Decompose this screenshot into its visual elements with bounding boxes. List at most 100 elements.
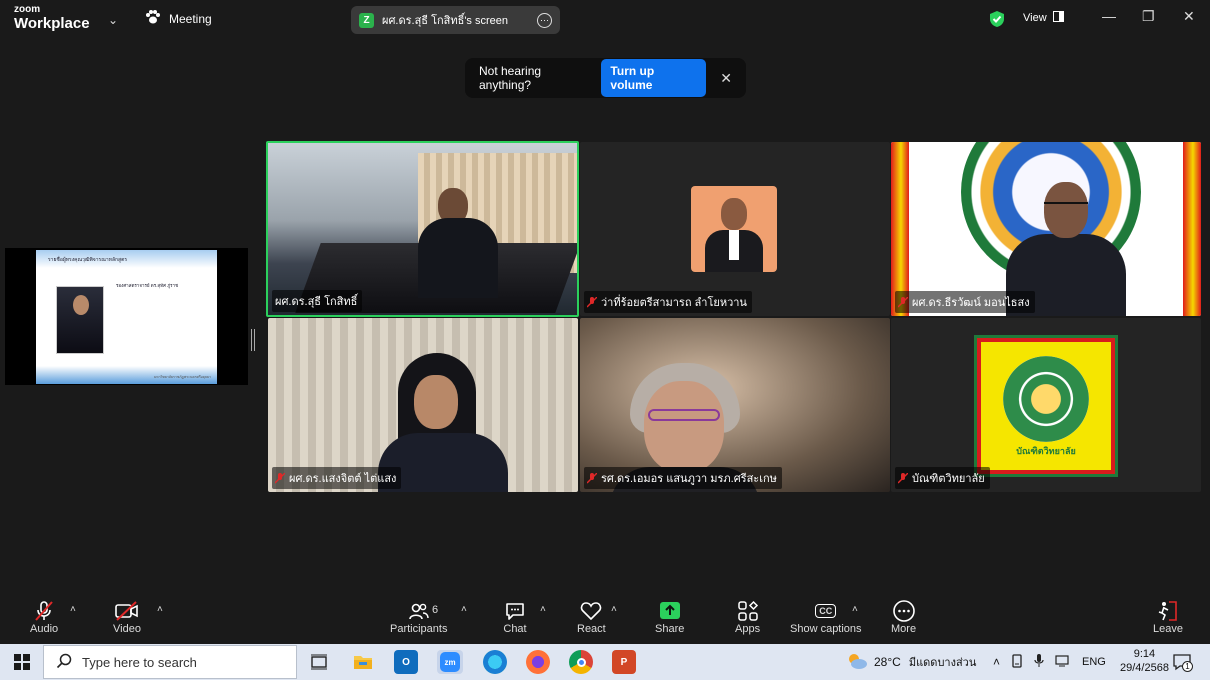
participant-name: ผศ.ดร.สุธี โกสิทธิ์: [275, 296, 358, 308]
audio-notice: Not hearing anything? Turn up volume ✕: [465, 58, 746, 98]
slide-heading: รายชื่อผู้ทรงคุณวุฒิพิจารณาหลักสูตร: [48, 257, 128, 263]
captions-button[interactable]: CC Show captions: [790, 599, 862, 635]
graduate-school-logo: บัณฑิตวิทยาลัย: [974, 335, 1118, 477]
heart-icon: [579, 599, 603, 623]
microphone-icon[interactable]: [1034, 653, 1044, 671]
video-button[interactable]: Video: [113, 599, 141, 635]
chevron-down-icon[interactable]: ⌄: [108, 13, 118, 27]
powerpoint-icon[interactable]: P: [612, 650, 636, 674]
participant-name-tag: ว่าที่ร้อยตรีสามารถ ลำโยหวาน: [584, 291, 752, 313]
windows-start-icon[interactable]: [14, 654, 30, 670]
participant-name-tag: บัณฑิตวิทยาลัย: [895, 467, 990, 489]
slide-name: รองศาสตราจารย์ ดร.สุทัศ ภู่ราช: [116, 283, 179, 288]
captions-label: Show captions: [790, 623, 862, 635]
video-off-icon: [114, 599, 140, 623]
chevron-up-icon[interactable]: ˄: [611, 604, 617, 615]
participant-name: บัณฑิตวิทยาลัย: [912, 473, 985, 485]
task-view-icon[interactable]: [307, 650, 331, 674]
apps-label: Apps: [735, 623, 761, 635]
participants-button[interactable]: Participants: [390, 599, 447, 635]
notice-text: Not hearing anything?: [479, 64, 542, 92]
device-icon[interactable]: [1011, 653, 1023, 671]
video-tile[interactable]: รศ.ดร.เอมอร แสนภูวา มรภ.ศรีสะเกษ: [580, 318, 890, 492]
mic-muted-icon: [32, 599, 56, 623]
more-label: More: [891, 623, 917, 635]
restore-icon[interactable]: ❐: [1142, 8, 1155, 25]
chevron-up-icon[interactable]: ˄: [852, 604, 858, 615]
participants-icon: [407, 599, 431, 623]
leave-icon: [1156, 599, 1180, 623]
grid-view-icon: [1052, 11, 1064, 25]
video-tile[interactable]: ว่าที่ร้อยตรีสามารถ ลำโยหวาน: [580, 142, 890, 316]
leave-label: Leave: [1153, 623, 1183, 635]
chevron-up-icon[interactable]: ˄: [461, 604, 467, 615]
system-clock[interactable]: 9:14 29/4/2568: [1120, 647, 1169, 675]
zoom-taskbar-icon[interactable]: zm: [437, 650, 463, 674]
close-icon[interactable]: ✕: [720, 70, 732, 87]
language-indicator[interactable]: ENG: [1082, 656, 1106, 668]
system-tray: ˄ ENG: [993, 644, 1106, 680]
logo-caption: บัณฑิตวิทยาลัย: [1016, 446, 1076, 456]
mic-muted-icon: [274, 472, 286, 484]
partly-sunny-icon: [846, 651, 868, 674]
participant-name-tag: รศ.ดร.เอมอร แสนภูวา มรภ.ศรีสะเกษ: [584, 467, 782, 489]
video-tile[interactable]: ผศ.ดร.สุธี โกสิทธิ์: [266, 141, 579, 317]
video-tile[interactable]: ผศ.ดร.แสงจิตต์ ไต่แสง: [268, 318, 578, 492]
profile-picture: [691, 186, 777, 272]
react-button[interactable]: React: [577, 599, 606, 635]
mic-muted-icon: [586, 472, 598, 484]
weather-widget[interactable]: 28°C มีแดดบางส่วน: [846, 644, 976, 680]
ellipsis-icon[interactable]: ···: [537, 12, 552, 28]
chevron-up-icon[interactable]: ˄: [70, 604, 76, 615]
leave-button[interactable]: Leave: [1153, 599, 1183, 635]
shared-screen-view[interactable]: รายชื่อผู้ทรงคุณวุฒิพิจารณาหลักสูตร รองศ…: [5, 248, 248, 385]
video-label: Video: [113, 623, 141, 635]
video-tile[interactable]: ผศ.ดร.ธีรวัฒน์ มอนไธสง: [891, 142, 1201, 316]
windows-taskbar: Type here to search O zm P 28°C มีแดดบาง…: [0, 644, 1210, 680]
file-explorer-icon[interactable]: [351, 650, 375, 674]
meeting-label: Meeting: [169, 11, 212, 26]
participant-name: ว่าที่ร้อยตรีสามารถ ลำโยหวาน: [601, 297, 747, 309]
screen-share-pill[interactable]: Z ผศ.ดร.สุธี โกสิทธิ์'s screen ···: [351, 6, 560, 34]
chrome-icon[interactable]: [569, 650, 593, 674]
chevron-up-icon[interactable]: ˄: [157, 604, 163, 615]
chat-icon: [503, 599, 527, 623]
resize-handle[interactable]: [251, 329, 255, 351]
view-button[interactable]: View: [1023, 11, 1064, 25]
paw-icon: [145, 10, 161, 27]
zoom-logo: zoom Workplace: [14, 5, 90, 32]
mic-muted-icon: [897, 296, 909, 308]
notification-count: 1: [1182, 661, 1193, 672]
participant-name: รศ.ดร.เอมอร แสนภูวา มรภ.ศรีสะเกษ: [601, 473, 777, 485]
taskbar-search[interactable]: Type here to search: [43, 645, 297, 679]
search-icon: [56, 653, 72, 672]
turn-up-volume-button[interactable]: Turn up volume: [601, 59, 707, 97]
video-tile[interactable]: บัณฑิตวิทยาลัย บัณฑิตวิทยาลัย: [891, 318, 1201, 492]
chevron-up-icon[interactable]: ˄: [993, 655, 1000, 669]
share-label: Share: [655, 623, 685, 635]
chat-button[interactable]: Chat: [503, 599, 527, 635]
shield-check-icon[interactable]: [989, 10, 1005, 33]
edge-icon[interactable]: [483, 650, 507, 674]
minimize-icon[interactable]: —: [1102, 8, 1116, 24]
apps-button[interactable]: Apps: [735, 599, 760, 635]
more-icon: [892, 599, 916, 623]
search-placeholder: Type here to search: [82, 654, 197, 670]
logo-big-text: Workplace: [14, 15, 90, 32]
chevron-up-icon[interactable]: ˄: [540, 604, 546, 615]
react-label: React: [577, 623, 606, 635]
close-window-icon[interactable]: ✕: [1183, 8, 1195, 25]
audio-button[interactable]: Audio: [30, 599, 58, 635]
more-button[interactable]: More: [891, 599, 916, 635]
presentation-slide: รายชื่อผู้ทรงคุณวุฒิพิจารณาหลักสูตร รองศ…: [36, 250, 217, 384]
participant-name-tag: ผศ.ดร.แสงจิตต์ ไต่แสง: [272, 467, 402, 489]
mic-muted-icon: [897, 472, 909, 484]
notifications-icon[interactable]: 1: [1172, 644, 1193, 680]
participants-count: 6: [432, 604, 439, 616]
firefox-icon[interactable]: [526, 650, 550, 674]
slide-photo: [56, 286, 104, 354]
meeting-button[interactable]: Meeting: [145, 10, 212, 27]
network-icon[interactable]: [1055, 654, 1071, 671]
outlook-icon[interactable]: O: [394, 650, 418, 674]
share-button[interactable]: Share: [655, 599, 684, 635]
